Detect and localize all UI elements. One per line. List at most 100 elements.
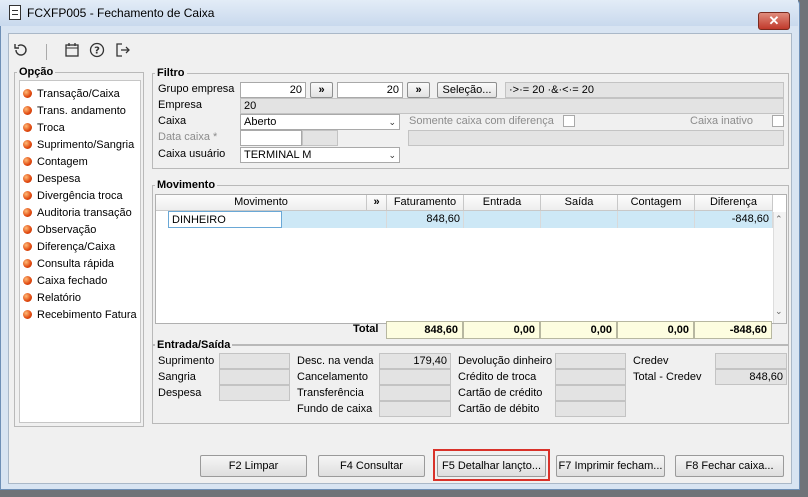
opcao-item-despesa[interactable]: Despesa [23,170,80,187]
cartao-credito-field [555,385,626,401]
col-saida[interactable]: Saída [541,195,618,211]
radio-dot-icon [23,140,32,149]
data-caixa-label: Data caixa * [158,131,218,143]
col-faturamento[interactable]: Faturamento [387,195,464,211]
transferencia-label: Transferência [297,387,364,399]
cancelamento-label: Cancelamento [297,371,368,383]
fundo-caixa-field [379,401,451,417]
opcao-item-label: Recebimento Fatura [37,308,137,321]
radio-dot-icon [23,276,32,285]
opcao-item-trans-andamento[interactable]: Trans. andamento [23,102,126,119]
radio-dot-icon [23,191,32,200]
opcao-item-diferenca-caixa[interactable]: Diferença/Caixa [23,238,115,255]
grupo-empresa-to-input[interactable]: 20 [337,82,403,98]
opcao-item-label: Trans. andamento [37,104,126,117]
credev-field [715,353,787,369]
total-credev-field: 848,60 [715,369,787,385]
opcao-item-caixa-fechado[interactable]: Caixa fechado [23,272,107,289]
total-label: Total [353,323,379,335]
opcao-item-label: Divergência troca [37,189,123,202]
exit-icon[interactable] [113,42,133,62]
col-expand-button[interactable]: » [367,195,387,211]
scroll-down-icon[interactable]: ⌄ [775,306,783,317]
credev-label: Credev [633,355,669,367]
total-faturamento: 848,60 [386,321,463,339]
limpar-button[interactable]: F2 Limpar [200,455,307,477]
opcao-item-relatorio[interactable]: Relatório [23,289,81,306]
selecao-button[interactable]: Seleção... [437,82,497,98]
despesa-field [219,385,290,401]
empresa-label: Empresa [158,99,203,111]
opcao-label: Opção [17,66,56,78]
cell-entrada [464,211,541,228]
col-contagem[interactable]: Contagem [618,195,695,211]
opcao-item-label: Consulta rápida [37,257,115,270]
caixa-select[interactable]: Aberto ⌄ [240,114,400,130]
highlight-box [433,449,550,481]
total-credev-label: Total - Credev [633,371,702,383]
opcao-item-label: Caixa fechado [37,274,108,287]
radio-dot-icon [23,293,32,302]
radio-dot-icon [23,225,32,234]
app-icon [9,5,21,20]
table-row[interactable]: DINHEIRO 848,60 -848,60 [168,211,773,228]
caixa-select-value: Aberto [244,116,277,128]
opcao-item-transacao-caixa[interactable]: Transação/Caixa [23,85,120,102]
radio-dot-icon [23,157,32,166]
opcao-item-label: Observação [37,223,97,236]
refresh-icon[interactable] [11,42,31,62]
cartao-debito-field [555,401,626,417]
close-button[interactable]: ✕ [758,12,790,30]
consultar-button[interactable]: F4 Consultar [318,455,425,477]
data-caixa-input[interactable] [240,130,302,146]
desc-venda-label: Desc. na venda [297,355,374,367]
imprimir-fechamento-button[interactable]: F7 Imprimir fecham... [556,455,665,477]
credito-troca-label: Crédito de troca [458,371,537,383]
grupo-empresa-range-button[interactable]: » [310,82,333,98]
selection-text: ·>·= 20 ·&·<·= 20 [505,82,784,98]
caixa-inativo-checkbox[interactable] [772,115,784,127]
caixa-usuario-label: Caixa usuário [158,148,226,160]
grupo-empresa-from-input[interactable]: 20 [240,82,306,98]
opcao-item-auditoria-transacao[interactable]: Auditoria transação [23,204,132,221]
opcao-item-consulta-rapida[interactable]: Consulta rápida [23,255,114,272]
chevron-down-icon: ⌄ [388,117,396,127]
radio-dot-icon [23,174,32,183]
svg-text:?: ? [94,46,100,57]
opcao-item-suprimento-sangria[interactable]: Suprimento/Sangria [23,136,134,153]
cancelamento-field [379,369,451,385]
help-icon[interactable]: ? [87,42,107,62]
radio-dot-icon [23,106,32,115]
credito-troca-field [555,369,626,385]
opcao-item-troca[interactable]: Troca [23,119,65,136]
total-entrada: 0,00 [463,321,540,339]
scroll-up-icon[interactable]: ⌃ [775,214,783,225]
opcao-item-label: Auditoria transação [37,206,132,219]
grupo-empresa-range-button-2[interactable]: » [407,82,430,98]
opcao-item-contagem[interactable]: Contagem [23,153,88,170]
cell-saida [541,211,618,228]
radio-dot-icon [23,123,32,132]
opcao-item-label: Troca [37,121,65,134]
somente-diferenca-checkbox[interactable] [563,115,575,127]
calendar-icon[interactable] [62,42,82,62]
col-entrada[interactable]: Entrada [464,195,541,211]
opcao-item-observacao[interactable]: Observação [23,221,96,238]
data-caixa-picker[interactable] [302,130,338,146]
cell-movimento[interactable]: DINHEIRO [168,211,282,228]
opcao-item-divergencia-troca[interactable]: Divergência troca [23,187,123,204]
opcao-item-label: Contagem [37,155,88,168]
opcao-item-recebimento-fatura[interactable]: Recebimento Fatura [23,306,137,323]
col-diferenca[interactable]: Diferença [695,195,773,211]
col-movimento[interactable]: Movimento [156,195,367,211]
sangria-label: Sangria [158,371,196,383]
cell-diferenca: -848,60 [695,211,773,228]
caixa-usuario-select[interactable]: TERMINAL M ⌄ [240,147,400,163]
suprimento-field [219,353,290,369]
radio-dot-icon [23,259,32,268]
somente-diferenca-label: Somente caixa com diferença [409,115,554,127]
fechar-caixa-button[interactable]: F8 Fechar caixa... [675,455,784,477]
grid-scrollbar[interactable]: ⌃ ⌄ [773,212,786,323]
toolbar-separator [46,44,47,60]
transferencia-field [379,385,451,401]
